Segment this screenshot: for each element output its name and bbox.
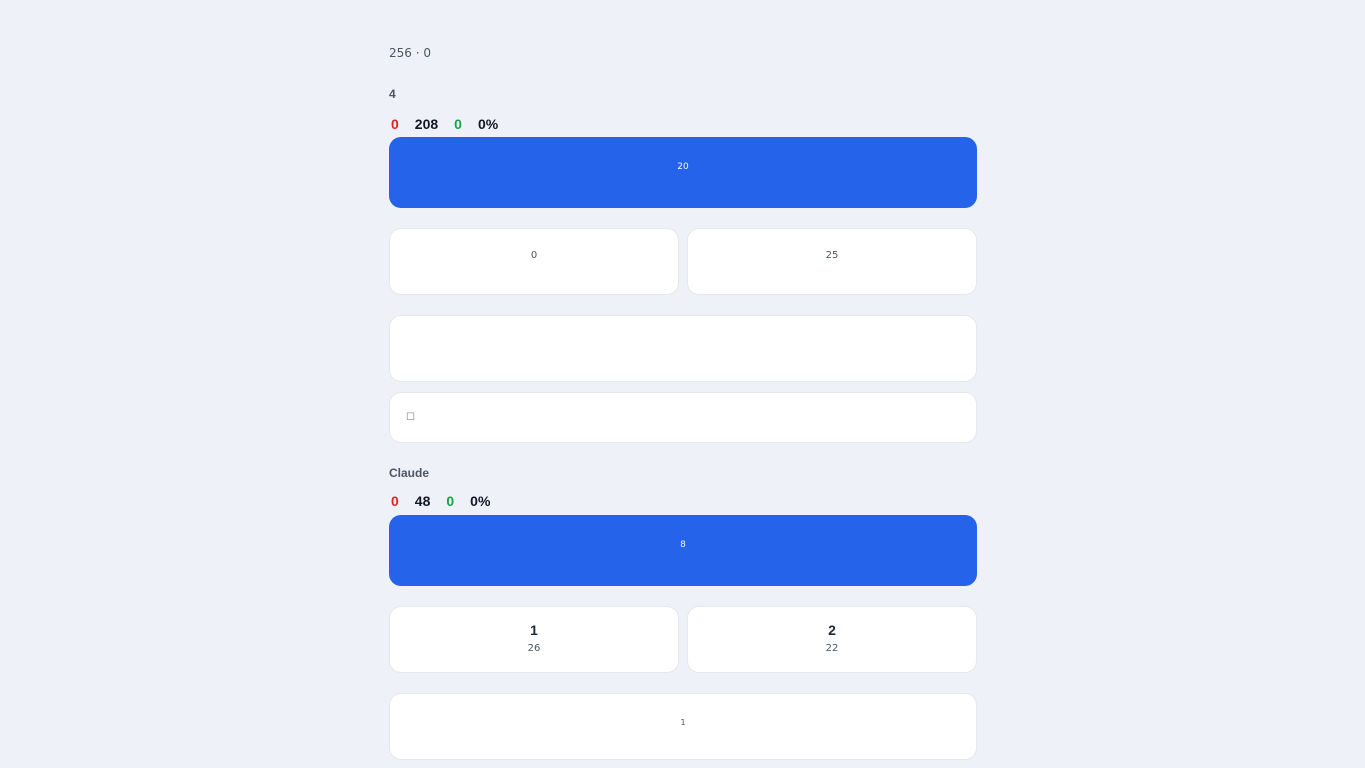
page-subtitle: 256 · 0	[389, 46, 431, 60]
stat-value: 0%	[470, 493, 491, 509]
card-title-number: 2	[828, 622, 836, 638]
stat-value: 0	[391, 116, 399, 132]
app-page: 256 · 0 4 0 208 0 0% 20 0 25 ☐ Claude 0 …	[389, 0, 977, 760]
card-subtitle: 22	[825, 643, 839, 654]
section-title-2: Claude	[389, 466, 977, 481]
stat-correct: 0	[454, 116, 464, 132]
start-practice-button-1[interactable]: 20	[389, 137, 977, 208]
overview-card[interactable]: 1	[389, 693, 977, 760]
stat-value: 0%	[477, 116, 499, 132]
favorites-card[interactable]: 25	[687, 228, 977, 295]
start-practice-button-2[interactable]: 8	[389, 515, 977, 586]
search-input[interactable]	[416, 411, 940, 424]
stat-wrong: 0	[391, 493, 401, 509]
card-row-1: 0 25	[389, 228, 977, 295]
stat-value: 0	[446, 493, 455, 509]
search-icon: ☐	[406, 412, 415, 423]
stats-row-2: 0 48 0 0%	[389, 493, 977, 511]
button-subtitle: 8	[680, 540, 686, 550]
section-title-1-count: 4	[389, 87, 396, 101]
button-subtitle: 20	[677, 162, 689, 172]
stat-correct: 0	[446, 493, 456, 509]
stat-value: 0	[391, 493, 399, 509]
card-subtitle: 0	[530, 250, 538, 261]
mistakes-card[interactable]: 0	[389, 228, 679, 295]
stat-value: 0	[454, 116, 462, 132]
card-subtitle: 1	[680, 718, 686, 727]
card-title: 1	[390, 623, 678, 638]
stats-row-1: 0 208 0 0%	[389, 116, 977, 134]
stat-rate: 0%	[470, 493, 492, 509]
stat-value: 208	[414, 116, 439, 132]
card-title: 2	[688, 623, 976, 638]
stat-total: 208	[415, 116, 440, 132]
card-subtitle: 25	[825, 250, 839, 261]
card-row-2: 1 26 2 22	[389, 606, 977, 673]
card-title-number: 1	[530, 622, 538, 638]
browse-card[interactable]	[389, 315, 977, 382]
stat-total: 48	[415, 493, 433, 509]
section-title-2-brand: Claude	[389, 466, 430, 480]
stat-wrong: 0	[391, 116, 401, 132]
search-box[interactable]: ☐	[389, 392, 977, 443]
part-1-card[interactable]: 1 26	[389, 606, 679, 673]
stat-value: 48	[414, 493, 431, 509]
card-subtitle: 26	[527, 643, 541, 654]
section-title-1: 4	[389, 87, 977, 102]
part-2-card[interactable]: 2 22	[687, 606, 977, 673]
stat-rate: 0%	[478, 116, 500, 132]
